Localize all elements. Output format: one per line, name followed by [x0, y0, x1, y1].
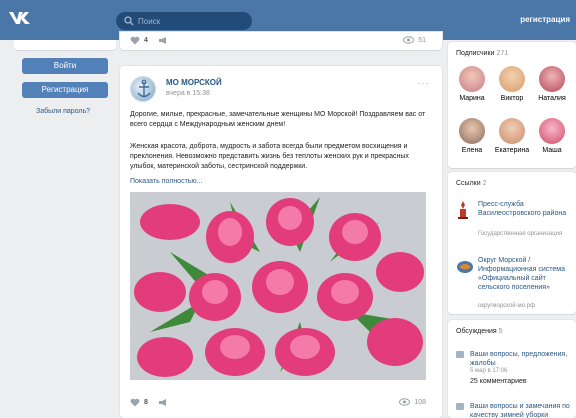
login-button[interactable]: Войти: [22, 58, 108, 74]
subscriber-avatar: [539, 66, 565, 92]
anchor-icon: [137, 79, 151, 98]
subscriber-avatar: [499, 118, 525, 144]
post-share-button[interactable]: [158, 398, 168, 407]
post-menu-icon[interactable]: ···: [417, 78, 430, 89]
subscriber-avatar: [459, 66, 485, 92]
topic-title[interactable]: Ваши вопросы, предложения, жалобы: [470, 350, 576, 368]
topic-time: 5 мар в 17:06: [470, 368, 508, 374]
search-input[interactable]: [138, 14, 246, 28]
post-views-counter: 108: [399, 398, 426, 406]
views-counter: 51: [403, 36, 426, 44]
post-card: МО МОРСКОЙ вчера в 15:38 ··· Дорогие, ми…: [120, 66, 442, 418]
discussions-label: Обсуждения: [456, 328, 497, 335]
subscriber-name: Виктор: [500, 95, 524, 102]
forgot-password-link[interactable]: Забыли пароль?: [36, 108, 90, 115]
coat-of-arms-icon: [456, 200, 470, 219]
like-count: 4: [144, 37, 148, 44]
subscribers-count: 271: [496, 50, 509, 57]
discussion-topic[interactable]: Ваши вопросы, предложения, жалобы 5 мар …: [456, 350, 576, 394]
subscribers-label: Подписчики: [456, 50, 495, 57]
register-link[interactable]: регистрация: [520, 15, 570, 24]
topic-comments[interactable]: 25 комментариев: [470, 378, 527, 385]
topic-icon: [456, 351, 464, 358]
subscriber-name: Елена: [461, 147, 483, 154]
heart-icon: [130, 398, 140, 407]
subscriber-item[interactable]: Марина: [452, 66, 492, 102]
links-label: Ссылки: [456, 180, 481, 187]
register-button[interactable]: Регистрация: [22, 82, 108, 98]
post-like-count: 8: [144, 399, 148, 406]
link-subtitle: Государственная организация: [478, 231, 563, 237]
subscriber-item[interactable]: Маша: [532, 118, 572, 154]
discussions-count: 5: [498, 328, 503, 335]
login-form: [14, 40, 116, 50]
post-views-count: 108: [414, 398, 426, 406]
post-text-body: Женская красота, доброта, мудрость и заб…: [130, 143, 409, 170]
subscriber-avatar: [459, 118, 485, 144]
links-block: Ссылки 2 Пресс-служба Василеостровского …: [448, 172, 576, 314]
search-icon: [124, 16, 134, 26]
subscriber-item[interactable]: Наталия: [532, 66, 572, 102]
subscriber-avatar: [539, 118, 565, 144]
discussions-block: Обсуждения 5 Ваши вопросы, предложения, …: [448, 320, 576, 418]
eye-icon: [403, 36, 415, 44]
post-author[interactable]: МО МОРСКОЙ: [166, 78, 222, 87]
subscribers-title[interactable]: Подписчики 271: [456, 50, 508, 57]
like-button[interactable]: 4: [130, 36, 148, 45]
show-more-link[interactable]: Показать полностью...: [130, 178, 203, 185]
links-title[interactable]: Ссылки 2: [456, 180, 487, 187]
topic-icon: [456, 403, 464, 410]
share-button[interactable]: [158, 36, 168, 45]
links-count: 2: [482, 180, 487, 187]
subscriber-name: Маша: [542, 147, 562, 154]
search-box[interactable]: [116, 12, 252, 30]
link-title[interactable]: Округ Морской / Информационная система «…: [478, 256, 576, 292]
post-like-button[interactable]: 8: [130, 398, 148, 407]
discussion-topic[interactable]: Ваши вопросы и замечания по качеству зим…: [456, 402, 576, 418]
subscriber-name: Наталия: [538, 95, 566, 102]
megaphone-icon: [159, 399, 166, 406]
previous-post: 4 51: [120, 32, 442, 50]
subscriber-item[interactable]: Елена: [452, 118, 492, 154]
link-item[interactable]: Пресс-служба Василеостровского района Го…: [456, 200, 576, 250]
subscriber-name: Екатерина: [494, 147, 530, 154]
link-subtitle: округморской-мо.рф: [478, 303, 535, 309]
views-count: 51: [418, 36, 426, 44]
district-map-icon: [456, 260, 474, 274]
post-photo-tulips[interactable]: [130, 192, 426, 380]
eye-icon: [399, 398, 411, 406]
subscriber-avatar: [499, 66, 525, 92]
link-title[interactable]: Пресс-служба Василеостровского района: [478, 200, 576, 218]
topic-title[interactable]: Ваши вопросы и замечания по качеству зим…: [470, 402, 576, 418]
subscriber-item[interactable]: Виктор: [492, 66, 532, 102]
subscriber-item[interactable]: Екатерина: [492, 118, 532, 154]
megaphone-icon: [159, 37, 166, 44]
post-text-greeting: Дорогие, милые, прекрасные, замечательны…: [130, 111, 426, 128]
community-avatar[interactable]: [130, 76, 156, 102]
subscriber-name: Марина: [459, 95, 485, 102]
heart-icon: [130, 36, 140, 45]
post-time[interactable]: вчера в 15:38: [166, 90, 210, 97]
link-item[interactable]: Округ Морской / Информационная система «…: [456, 256, 576, 310]
discussions-title[interactable]: Обсуждения 5: [456, 328, 503, 335]
subscribers-block: Подписчики 271 Марина Виктор Наталия Еле…: [448, 42, 576, 168]
vk-logo-icon[interactable]: [8, 10, 36, 30]
